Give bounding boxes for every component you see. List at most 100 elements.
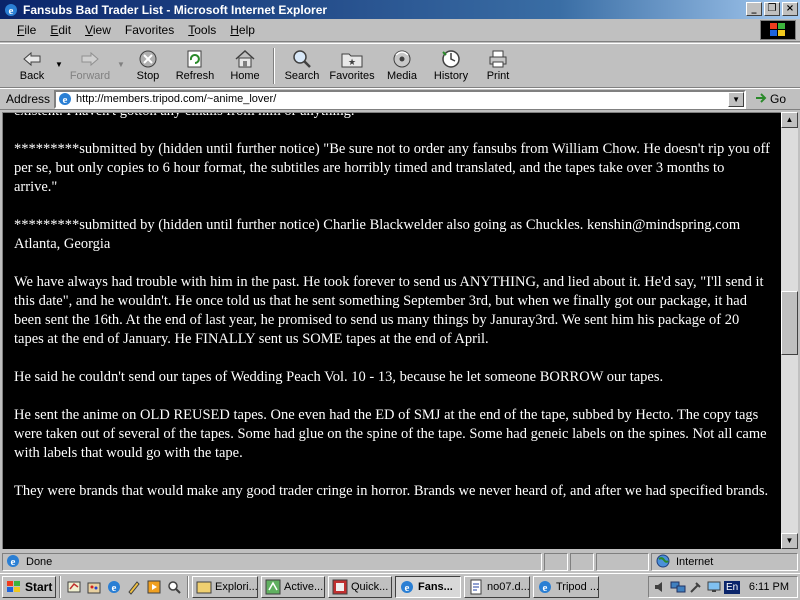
address-input[interactable]: e http://members.tripod.com/~anime_lover… [54, 89, 747, 109]
favorites-folder-icon: ★ [341, 48, 363, 70]
taskbar-item-active[interactable]: Active... [261, 576, 325, 598]
refresh-label: Refresh [175, 70, 215, 82]
print-button[interactable]: Print [476, 48, 520, 86]
search-label: Search [284, 70, 320, 82]
pencil-icon[interactable] [124, 577, 144, 597]
globe-icon [656, 554, 670, 571]
back-button[interactable]: Back [10, 48, 54, 86]
scroll-up-icon[interactable]: ▲ [781, 112, 798, 128]
paragraph: existent. I haven't gotton any emails fr… [14, 113, 771, 121]
menu-view[interactable]: View [78, 23, 118, 37]
language-indicator[interactable]: En [724, 580, 741, 594]
address-label: Address [6, 92, 51, 106]
refresh-icon [185, 48, 205, 70]
forward-label: Forward [69, 70, 111, 82]
show-desktop-icon[interactable] [64, 577, 84, 597]
paragraph: He said he couldn't send our tapes of We… [14, 369, 664, 385]
svg-text:★: ★ [348, 57, 356, 67]
printer-icon [488, 48, 508, 70]
print-label: Print [486, 70, 510, 82]
start-label: Start [25, 580, 53, 594]
forward-dropdown-icon[interactable]: ▼ [116, 48, 126, 69]
home-label: Home [230, 70, 260, 82]
quick-launch: e [64, 577, 184, 597]
paragraph: *********submitted by (hidden until furt… [14, 217, 741, 252]
media-player-icon[interactable] [144, 577, 164, 597]
menu-tools[interactable]: Tools [181, 23, 223, 37]
title-bar[interactable]: e Fansubs Bad Trader List - Microsoft In… [0, 0, 800, 19]
forward-button[interactable]: Forward [64, 48, 116, 86]
taskbar-item-fansubs[interactable]: e Fans... [395, 576, 461, 598]
close-button[interactable]: × [782, 2, 798, 16]
home-button[interactable]: Home [220, 48, 270, 86]
search-quicklaunch-icon[interactable] [164, 577, 184, 597]
task-label: Tripod ... [556, 581, 599, 593]
taskbar-item-quick[interactable]: Quick... [328, 576, 392, 598]
task-label: Active... [284, 581, 324, 593]
start-button[interactable]: Start [2, 576, 56, 598]
address-bar: Address e http://members.tripod.com/~ani… [0, 88, 800, 110]
menu-file-label: ile [24, 23, 37, 37]
page-content[interactable]: existent. I haven't gotton any emails fr… [2, 112, 781, 549]
maximize-button[interactable]: ❐ [764, 2, 780, 16]
tools-icon[interactable] [688, 579, 704, 595]
go-arrow-icon [754, 91, 770, 108]
paragraph: They were brands that would make any goo… [14, 483, 769, 499]
task-label: Fans... [418, 581, 453, 593]
minimize-button[interactable]: _ [746, 2, 762, 16]
clock[interactable]: 6:11 PM [749, 581, 789, 593]
back-dropdown-icon[interactable]: ▼ [54, 48, 64, 69]
menu-edit[interactable]: Edit [43, 23, 78, 37]
favorites-button[interactable]: ★ Favorites [326, 48, 378, 86]
ie-task-icon: e [399, 579, 415, 595]
menu-favorites[interactable]: Favorites [118, 23, 181, 37]
taskbar-item-explorer[interactable]: Explori... [192, 576, 258, 598]
standard-toolbar: Back ▼ Forward ▼ Stop Refresh Home Searc… [0, 43, 800, 88]
ie-quicklaunch-icon[interactable]: e [104, 577, 124, 597]
scrollbar-thumb[interactable] [781, 291, 798, 355]
vertical-scrollbar[interactable]: ▲ ▼ [781, 112, 798, 549]
page-ie-icon: e [58, 92, 72, 106]
active-app-icon [265, 579, 281, 595]
paragraph: *********submitted by (hidden until furt… [14, 141, 770, 195]
menu-file[interactable]: File [10, 23, 43, 37]
network-icon[interactable] [670, 579, 686, 595]
task-label: Quick... [351, 581, 389, 593]
refresh-button[interactable]: Refresh [170, 48, 220, 86]
page-done-icon: e [6, 554, 20, 571]
svg-text:e: e [11, 556, 16, 568]
status-text: Done [26, 556, 53, 568]
stop-icon [138, 48, 158, 70]
monitor-icon[interactable] [706, 579, 722, 595]
history-button[interactable]: History [426, 48, 476, 86]
taskbar-item-document[interactable]: no07.d... [464, 576, 530, 598]
windows-logo-icon [6, 580, 22, 594]
address-dropdown-icon[interactable]: ▼ [728, 91, 745, 107]
scroll-down-icon[interactable]: ▼ [781, 533, 798, 549]
menu-edit-label: dit [58, 23, 72, 37]
svg-text:e: e [543, 582, 548, 594]
taskbar-separator [187, 576, 189, 598]
stop-button[interactable]: Stop [126, 48, 170, 86]
menu-favorites-prefix: Fa [124, 23, 139, 37]
taskbar-item-tripod[interactable]: e Tripod ... [533, 576, 599, 598]
security-zone[interactable]: Internet [651, 553, 798, 571]
svg-text:e: e [9, 5, 14, 17]
paint-icon[interactable] [84, 577, 104, 597]
ie-task-icon: e [537, 579, 553, 595]
taskbar-separator [59, 576, 61, 598]
status-panel [570, 553, 594, 571]
search-button[interactable]: Search [278, 48, 326, 86]
media-button[interactable]: Media [378, 48, 426, 86]
svg-text:e: e [112, 582, 117, 594]
forward-arrow-icon [80, 48, 100, 70]
taskbar: Start e Explori... Active... Quick... e … [0, 573, 800, 600]
go-button[interactable]: Go [754, 91, 786, 108]
stop-label: Stop [136, 70, 160, 82]
address-url: http://members.tripod.com/~anime_lover/ [76, 93, 277, 105]
window-title: Fansubs Bad Trader List - Microsoft Inte… [23, 2, 328, 17]
status-bar: e Done Internet [0, 552, 800, 572]
paragraph: He sent the anime on OLD REUSED tapes. O… [14, 407, 767, 461]
menu-help[interactable]: Help [223, 23, 262, 37]
volume-icon[interactable] [652, 579, 668, 595]
